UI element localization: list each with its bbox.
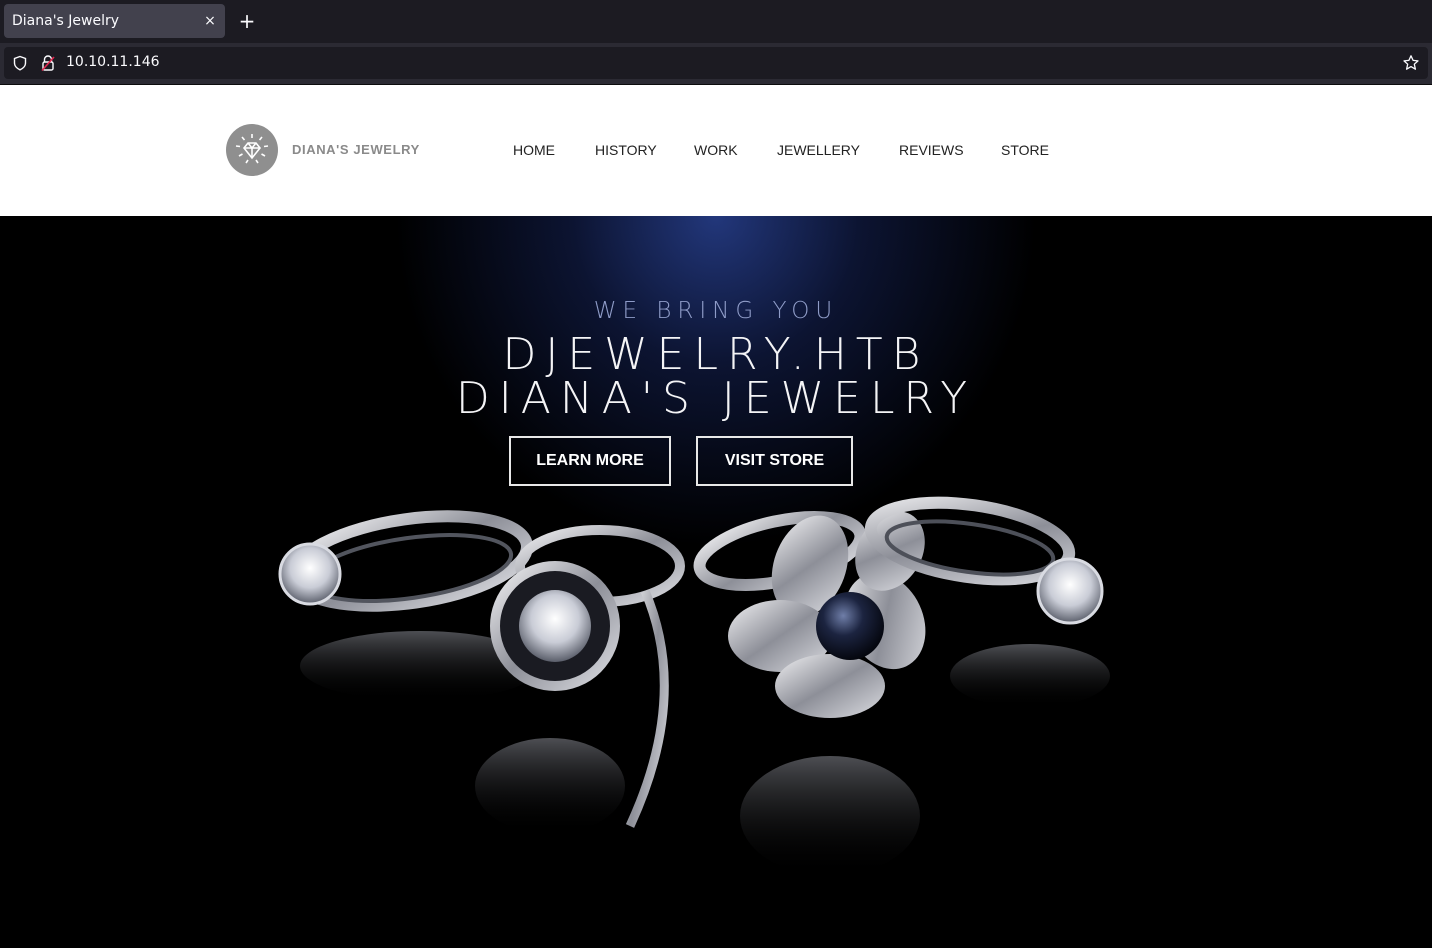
learn-more-button[interactable]: LEARN MORE bbox=[509, 436, 671, 486]
browser-tab-bar: Diana's Jewelry × + bbox=[0, 0, 1432, 43]
diamond-logo-icon[interactable] bbox=[226, 124, 278, 176]
tab-title: Diana's Jewelry bbox=[12, 13, 120, 29]
nav-jewellery[interactable]: JEWELLERY bbox=[777, 142, 860, 158]
lock-insecure-icon[interactable] bbox=[40, 54, 56, 72]
visit-store-button[interactable]: VISIT STORE bbox=[696, 436, 853, 486]
hero-title-line2: DIANA'S JEWELRY bbox=[455, 373, 977, 424]
new-tab-icon[interactable]: + bbox=[236, 10, 258, 32]
browser-tab[interactable]: Diana's Jewelry × bbox=[4, 4, 225, 38]
site-logo-text[interactable]: DIANA'S JEWELRY bbox=[292, 142, 420, 157]
nav-store[interactable]: STORE bbox=[1001, 142, 1049, 158]
nav-home[interactable]: HOME bbox=[513, 142, 555, 158]
hero-subtitle: WE BRING YOU bbox=[593, 298, 839, 324]
bookmark-star-icon[interactable] bbox=[1402, 54, 1420, 72]
hero-title-line1: DJEWELRY.HTB bbox=[502, 329, 930, 380]
url-text[interactable]: 10.10.11.146 bbox=[66, 54, 160, 70]
rings-photo bbox=[278, 496, 1110, 876]
nav-reviews[interactable]: REVIEWS bbox=[899, 142, 964, 158]
site-header: DIANA'S JEWELRY HOME HISTORY WORK JEWELL… bbox=[0, 85, 1432, 216]
browser-nav-bar: 10.10.11.146 bbox=[0, 43, 1432, 85]
nav-work[interactable]: WORK bbox=[694, 142, 738, 158]
close-tab-icon[interactable]: × bbox=[201, 12, 219, 30]
nav-history[interactable]: HISTORY bbox=[595, 142, 657, 158]
url-bar[interactable]: 10.10.11.146 bbox=[4, 47, 1428, 79]
shield-icon[interactable] bbox=[12, 55, 28, 71]
hero-banner: WE BRING YOU DJEWELRY.HTB DIANA'S JEWELR… bbox=[0, 216, 1432, 948]
